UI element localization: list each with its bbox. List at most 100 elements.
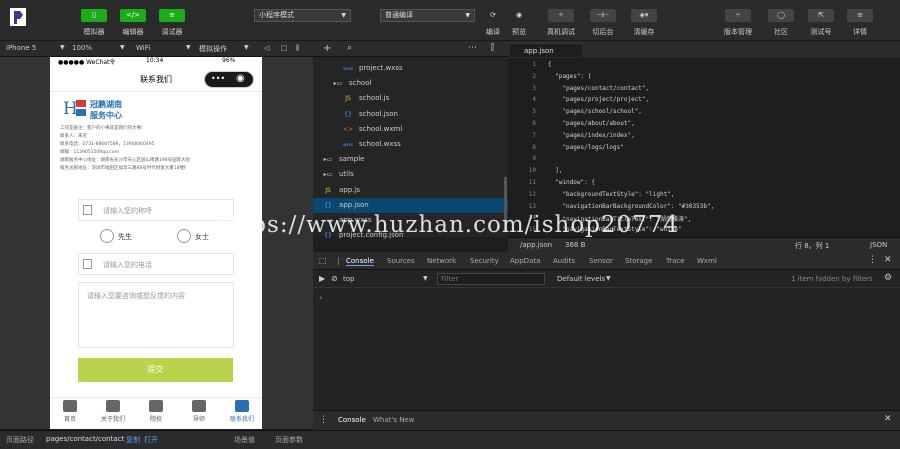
submit-button[interactable]: 提交	[78, 358, 233, 382]
file-tree-item[interactable]: {} school.json	[313, 107, 508, 122]
refresh-icon[interactable]: ⟳	[480, 9, 506, 22]
zoom-select[interactable]: 100%	[72, 44, 92, 52]
phone-input[interactable]: 请输入您的电话	[78, 253, 234, 275]
devtools-tab[interactable]: Wxml	[697, 257, 717, 265]
file-tree-item[interactable]: <> school.wxml	[313, 122, 508, 137]
code-line: "pages/contact/contact",	[548, 84, 650, 92]
close-icon[interactable]: ✕	[884, 414, 892, 424]
file-name: school.wxml	[359, 124, 403, 133]
more-icon[interactable]: ⋮	[319, 415, 328, 425]
device-select[interactable]: iPhone 5	[6, 44, 36, 52]
tab-contact[interactable]: 联系我们	[222, 400, 262, 423]
devtools-tab[interactable]: Sources	[387, 257, 415, 265]
more-icon[interactable]: ⋯	[468, 43, 477, 53]
drawer-tab-whats-new[interactable]: What's New	[373, 416, 414, 424]
page-params-button[interactable]: 页面参数	[275, 435, 303, 445]
background-button[interactable]: ⊣⊢	[590, 9, 616, 22]
devtools-tab[interactable]: Sensor	[589, 257, 613, 265]
devtools-tab[interactable]: Network	[427, 257, 456, 265]
background-label: 切后台	[592, 28, 614, 36]
more-icon[interactable]: •••	[211, 74, 225, 83]
info-line: 湖南服务中心地址：湖南省长沙市天心区国山南路198号国际大街	[60, 158, 191, 163]
editor-button[interactable]: </>	[120, 9, 146, 22]
devtools-tab[interactable]: Trace	[666, 257, 685, 265]
file-tree-item[interactable]: ▸▭ school	[313, 76, 508, 91]
mode-select[interactable]: 小程序模式 ▼	[254, 9, 351, 22]
file-tree-panel: + ⌕ ⋯ ⫿ wxss project.wxss ▸▭ school JS school…	[313, 41, 508, 239]
version-button[interactable]: ⑂	[725, 9, 751, 22]
editor-tab-app-json[interactable]: app.json	[510, 43, 582, 57]
clear-cache-button[interactable]: ◈▾	[631, 9, 657, 22]
tab-school[interactable]: 院校	[136, 400, 176, 423]
community-button[interactable]: ◯	[768, 9, 794, 22]
add-icon[interactable]: +	[323, 43, 331, 54]
filter-input[interactable]: Filter	[437, 273, 545, 285]
eye-icon[interactable]: ◉	[506, 9, 532, 22]
context-select[interactable]: top	[343, 275, 354, 283]
checkbox-icon	[83, 259, 92, 269]
file-name: sample	[339, 155, 365, 164]
open-link[interactable]: 打开	[144, 435, 158, 445]
tab-home[interactable]: 首页	[50, 400, 90, 423]
devtools-tab[interactable]: AppData	[510, 257, 540, 265]
line-number: 8	[532, 143, 536, 151]
volume-icon[interactable]: ◁	[264, 44, 269, 52]
devtools-panel: ⬚ | Console Sources Network Security AppData…	[313, 252, 900, 410]
real-debug-button[interactable]: ✧	[548, 9, 574, 22]
devtools-tab[interactable]: Security	[470, 257, 499, 265]
test-account-button[interactable]: ⇱	[808, 9, 834, 22]
code-line: "pages/index/index",	[548, 131, 635, 139]
phone-placeholder: 请输入您的电话	[103, 261, 152, 269]
message-textarea[interactable]: 请输入您要咨询或想反馈的内容	[78, 282, 234, 348]
info-line: 联系人：朱笑	[60, 134, 87, 139]
console-prompt-icon[interactable]: ›	[319, 293, 322, 302]
male-radio[interactable]	[100, 229, 114, 243]
devtools-tab[interactable]: Storage	[625, 257, 652, 265]
code-line: "pages/school/school",	[548, 108, 642, 116]
levels-select[interactable]: Default levels	[557, 275, 605, 283]
file-tree-item[interactable]: JS app.js	[313, 183, 508, 198]
window-icon[interactable]: ▢	[281, 44, 288, 52]
network-select[interactable]: WiFi	[136, 44, 150, 52]
mode-select-value: 小程序模式	[259, 11, 294, 19]
more-icon[interactable]: ⋮	[868, 255, 877, 265]
community-label: 社区	[774, 28, 788, 36]
split-icon[interactable]: ⫿	[491, 43, 494, 53]
file-tree-item[interactable]: JS school.js	[313, 91, 508, 106]
line-number: 2	[532, 72, 536, 80]
simulate-ops-select[interactable]: 模拟操作	[199, 44, 227, 54]
console-drawer: ⋮ Console What's New ✕	[313, 410, 900, 430]
details-button[interactable]: ≡	[847, 9, 873, 22]
file-tree-item[interactable]: ▸▭ utils	[313, 167, 508, 182]
play-icon[interactable]: ▶	[319, 274, 325, 283]
capsule-button[interactable]: ••• ◉	[204, 71, 254, 88]
devtools-tab[interactable]: Audits	[553, 257, 575, 265]
code-editor: app.json 1 {2 "pages": [3 "pages/contact/…	[508, 41, 900, 237]
tab-about[interactable]: 关于我们	[93, 400, 133, 423]
search-icon[interactable]: ⌕	[347, 43, 352, 53]
file-tree-item[interactable]: wxss school.wxss	[313, 137, 508, 152]
tab-tutor[interactable]: 导师	[179, 400, 219, 423]
close-icon[interactable]: ✕	[884, 255, 892, 265]
copy-link[interactable]: 复制	[126, 435, 140, 445]
scene-button[interactable]: 场景值	[234, 435, 255, 445]
info-line: 服务总部地址：深圳市福田区福华三路88号时代财富大厦18楼F	[60, 166, 187, 171]
name-input[interactable]: 请输入您的称呼	[78, 199, 234, 221]
female-radio[interactable]	[177, 229, 191, 243]
file-tree-item[interactable]: wxss project.wxss	[313, 61, 508, 76]
devtools-tab[interactable]: Console	[346, 257, 374, 266]
drawer-tab-console[interactable]: Console	[338, 416, 366, 424]
debugger-button[interactable]: ≡	[159, 9, 185, 22]
inspect-icon[interactable]: ⬚	[319, 256, 327, 265]
simulator-button[interactable]: ▯	[81, 9, 107, 22]
gear-icon[interactable]: ⚙	[884, 273, 892, 283]
editor-tab-strip: app.json	[508, 41, 900, 58]
file-tree-item[interactable]: {} app.json	[313, 197, 508, 213]
split-icon[interactable]: ⫼	[296, 44, 299, 53]
file-tree-item[interactable]: ▸▭ sample	[313, 152, 508, 167]
console-filter-bar: ▶ ⊘ top ▼ Filter Default levels ▼ 1 item…	[313, 270, 900, 288]
compile-mode-select[interactable]: 普通编译 ▼	[380, 9, 475, 22]
line-number: 6	[532, 120, 536, 127]
close-icon[interactable]: ◉	[236, 73, 245, 84]
block-icon[interactable]: ⊘	[331, 274, 338, 283]
